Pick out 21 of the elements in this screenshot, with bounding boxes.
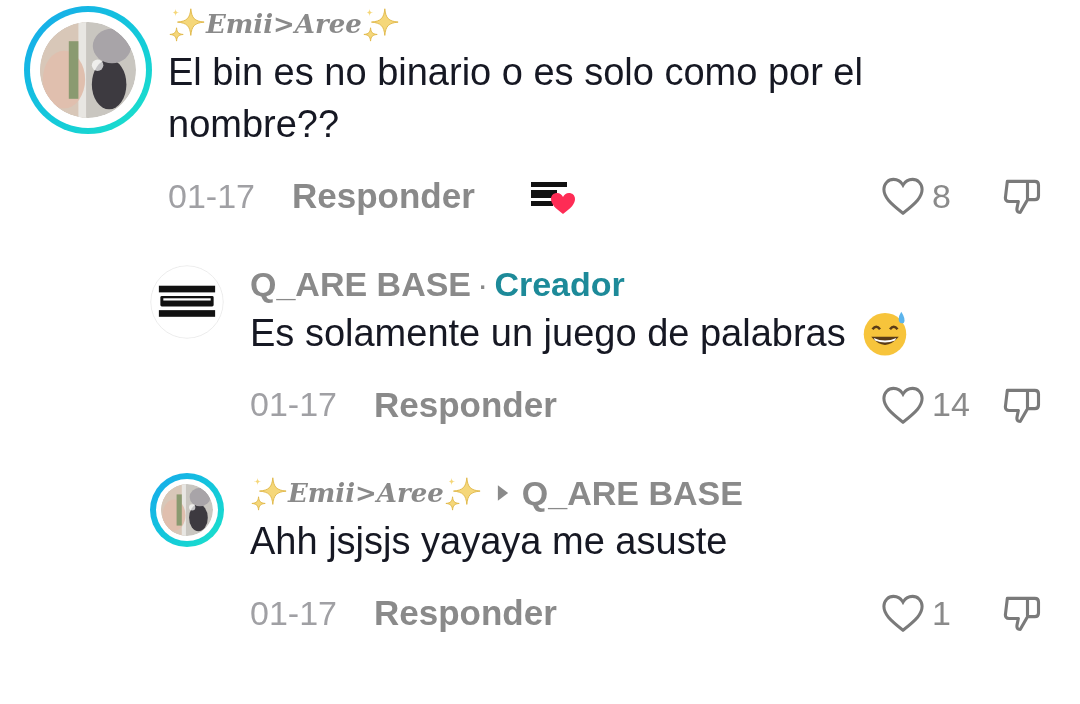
username[interactable]: Emii>Aree (206, 4, 362, 44)
reply-button[interactable]: Responder (292, 170, 475, 223)
like-count: 8 (932, 175, 951, 217)
caret-right-icon (495, 484, 510, 502)
comment-text: Ahh jsjsjs yayaya me asuste (250, 519, 728, 564)
reply-to-username[interactable]: Q_ARE BASE (521, 467, 743, 519)
separator: · (477, 264, 489, 305)
reply-button[interactable]: Responder (374, 378, 557, 431)
like-count: 14 (932, 384, 970, 426)
comment-text: El bin es no binario o es solo como por el nombre?? (168, 50, 864, 147)
creator-label: Creador (494, 264, 625, 305)
comment-text: Es solamente un juego de palabras (250, 310, 846, 356)
heart-icon[interactable] (880, 592, 926, 635)
comment-date: 01-17 (168, 175, 256, 217)
username[interactable]: Q_ARE BASE (250, 259, 472, 310)
username[interactable]: Emii>Aree (288, 473, 444, 513)
comment-date: 01-17 (250, 384, 338, 426)
like-count: 1 (932, 592, 951, 634)
reply-button[interactable]: Responder (374, 587, 557, 640)
heart-icon[interactable] (880, 175, 926, 218)
comment-date: 01-17 (250, 592, 338, 634)
